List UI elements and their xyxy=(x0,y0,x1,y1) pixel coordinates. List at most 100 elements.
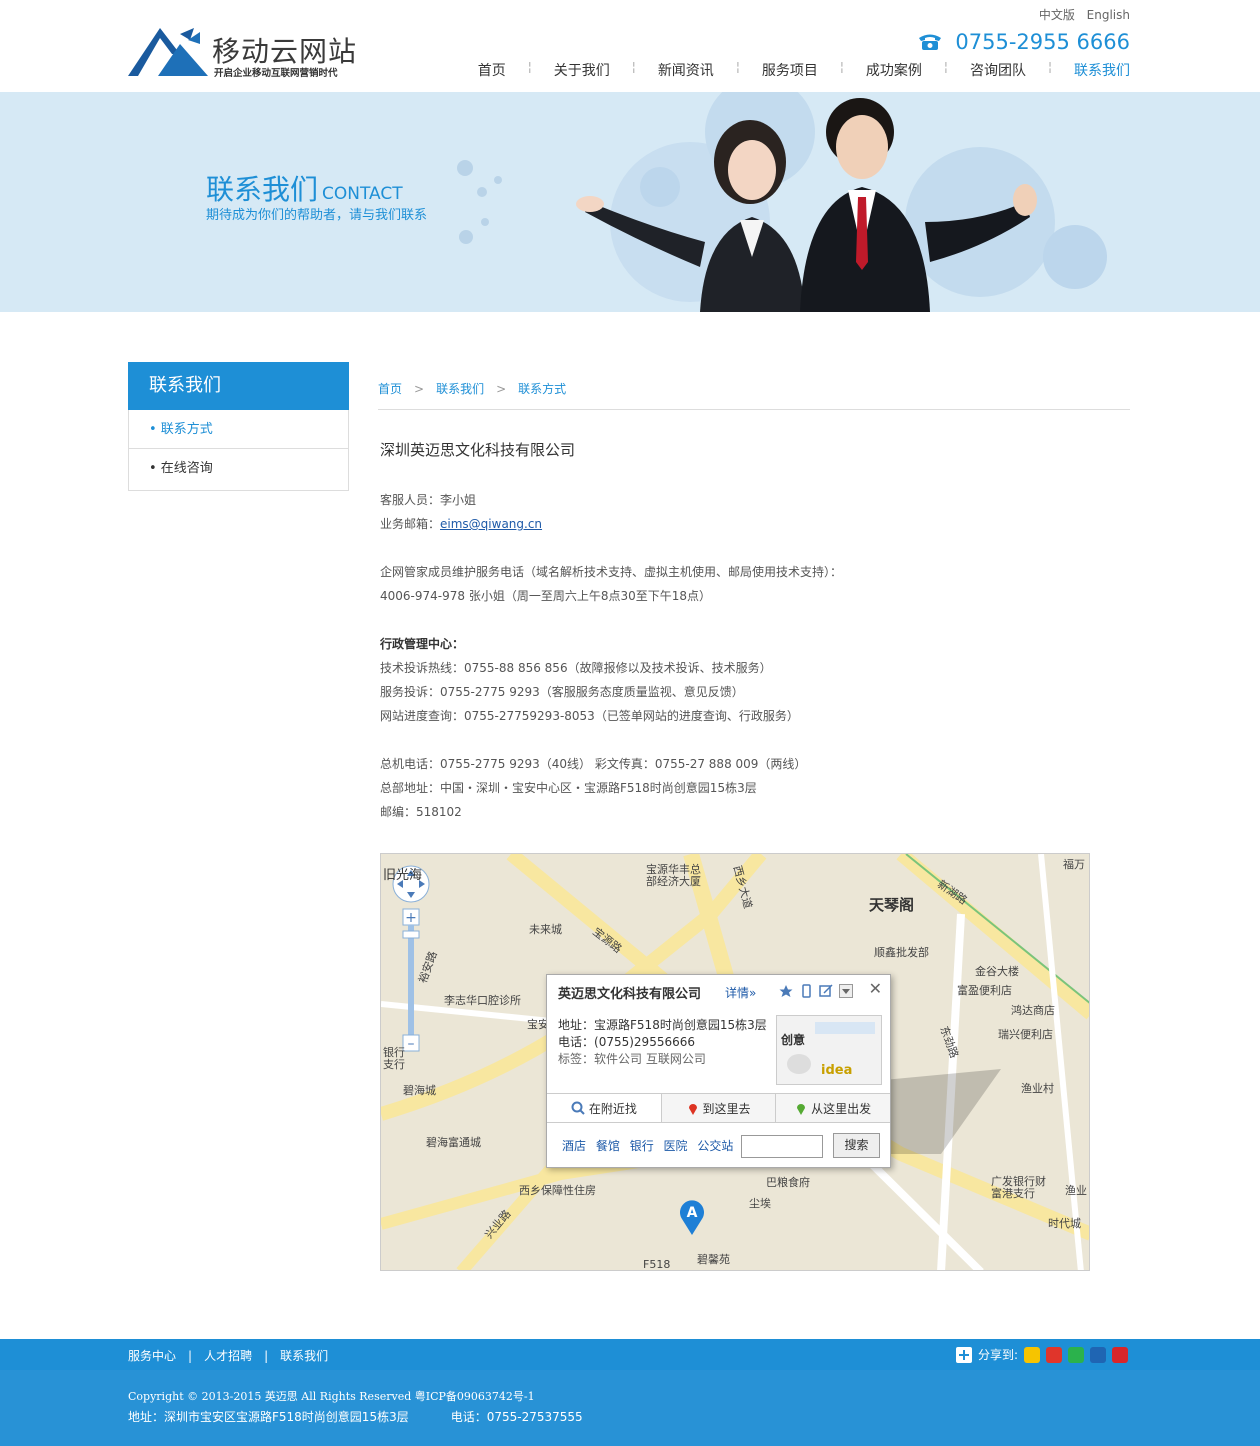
popup-tabs: 在附近找 到这里去 从这里出发 xyxy=(547,1093,890,1123)
nav-news[interactable]: 新闻资讯 xyxy=(636,60,714,80)
map-label: 渔业 xyxy=(1065,1184,1087,1197)
nav-services[interactable]: 服务项目 xyxy=(740,60,818,80)
footer-nav-bar: 服务中心 | 人才招聘 | 联系我们 分享到: xyxy=(0,1339,1260,1370)
nav-separator: ¦ xyxy=(735,60,740,74)
share-kaixin-icon[interactable] xyxy=(1112,1346,1129,1363)
sidebar-item-online-consult[interactable]: • 在线咨询 xyxy=(129,449,348,490)
nearby-search-button[interactable]: 搜索 xyxy=(833,1133,880,1158)
banner-decoration xyxy=(457,92,1107,312)
map-label: 宝源华丰总部经济大厦 xyxy=(646,863,701,888)
sidebar-title: 联系我们 xyxy=(128,362,349,410)
popup-details: 地址：宝源路F518时尚创意园15栋3层 电话：(0755)29556666 标… xyxy=(558,1017,767,1068)
main-nav: 首页 ¦ 关于我们 ¦ 新闻资讯 ¦ 服务项目 ¦ 成功案例 ¦ 咨询团队 ¦ 联系我们 xyxy=(478,60,1130,80)
popup-tags-label: 标签： xyxy=(558,1052,595,1066)
mobile-icon[interactable] xyxy=(799,984,813,998)
svg-text:+: + xyxy=(405,910,417,926)
map-label: 未来城 xyxy=(529,923,562,936)
tab-label: 在附近找 xyxy=(588,1101,637,1116)
email-line: 业务邮箱：eims@qiwang.cn xyxy=(380,512,1120,536)
location-marker-icon[interactable]: A xyxy=(679,1199,705,1235)
map-label: 碧海富通城 xyxy=(426,1136,481,1149)
map[interactable]: + – 天琴阁 宝源华丰总部经济大厦 未来城 顺鑫批发部 金谷大楼 富盈便利店 鸿… xyxy=(380,853,1090,1271)
map-label: 尘埃 xyxy=(749,1197,771,1210)
logo[interactable]: 移动云网站 开启企业移动互联网营销时代 xyxy=(128,26,358,80)
tab-nearby[interactable]: 在附近找 xyxy=(547,1094,661,1122)
footer-separator: | xyxy=(188,1349,193,1363)
sidebar-list: • 联系方式 • 在线咨询 xyxy=(128,410,349,491)
divider xyxy=(378,409,1130,410)
breadcrumb-contact[interactable]: 联系我们 xyxy=(436,382,484,396)
banner-title-cn: 联系我们 xyxy=(206,173,319,206)
map-label: 碧馨苑 xyxy=(697,1253,730,1266)
pin-green-icon xyxy=(797,1104,806,1115)
nav-separator: ¦ xyxy=(1047,60,1052,74)
nav-separator: ¦ xyxy=(527,60,532,74)
footer-tel: 电话：0755-27537555 xyxy=(450,1410,583,1424)
nearby-restaurant[interactable]: 餐馆 xyxy=(596,1139,620,1153)
share-qzone-icon[interactable] xyxy=(1024,1346,1041,1363)
nav-separator: ¦ xyxy=(839,60,844,74)
map-label: 富盈便利店 xyxy=(957,984,1012,997)
language-switch: 中文版 English xyxy=(1031,6,1130,23)
search-icon xyxy=(571,1101,585,1115)
close-icon[interactable]: ✕ xyxy=(869,979,882,998)
footer-link-service[interactable]: 服务中心 xyxy=(128,1349,176,1363)
nav-cases[interactable]: 成功案例 xyxy=(844,60,922,80)
map-label: 福万 xyxy=(1063,858,1085,871)
map-label: 时代城 xyxy=(1048,1217,1081,1230)
dropdown-icon[interactable] xyxy=(839,984,853,998)
tab-go-here[interactable]: 到这里去 xyxy=(660,1094,776,1122)
popup-phone: 电话：(0755)29556666 xyxy=(558,1034,767,1051)
nav-about[interactable]: 关于我们 xyxy=(532,60,610,80)
map-label: 瑞兴便利店 xyxy=(998,1028,1053,1041)
banner-title: 联系我们 CONTACT xyxy=(206,168,403,208)
share-weibo-icon[interactable] xyxy=(1046,1346,1063,1363)
admin-line: 服务投诉：0755-2775 9293（客服服务态度质量监视、意见反馈） xyxy=(380,685,744,699)
nav-contact[interactable]: 联系我们 xyxy=(1052,60,1130,80)
footer-link-contact[interactable]: 联系我们 xyxy=(280,1349,328,1363)
share-plus-icon[interactable] xyxy=(956,1346,972,1363)
nearby-search-input[interactable] xyxy=(741,1135,823,1158)
breadcrumb-current[interactable]: 联系方式 xyxy=(518,382,566,396)
popup-tools xyxy=(779,984,853,998)
edit-icon[interactable] xyxy=(819,984,833,998)
logo-subtitle: 开启企业移动互联网营销时代 xyxy=(214,68,338,79)
banner: 联系我们 CONTACT 期待成为你们的帮助者，请与我们联系 xyxy=(0,92,1260,312)
banner-subtitle: 期待成为你们的帮助者，请与我们联系 xyxy=(206,208,428,223)
popup-title: 英迈思文化科技有限公司 xyxy=(558,987,702,1002)
hq-line: 总部地址：中国・深圳・宝安中心区・宝源路F518时尚创意园15栋3层 xyxy=(380,781,757,795)
email-link[interactable]: eims@qiwang.cn xyxy=(440,517,542,531)
contact-info: 客服人员：李小姐 业务邮箱：eims@qiwang.cn 企网管家成员维护服务电… xyxy=(380,488,1120,824)
tab-label: 到这里去 xyxy=(702,1101,751,1116)
logo-title: 移动云网站 xyxy=(212,35,358,68)
popup-thumbnail[interactable]: 创意 idea xyxy=(776,1015,882,1085)
nearby-hotel[interactable]: 酒店 xyxy=(562,1139,586,1153)
pin-red-icon xyxy=(688,1104,697,1115)
nearby-bank[interactable]: 银行 xyxy=(630,1139,654,1153)
nav-home[interactable]: 首页 xyxy=(478,60,506,80)
phone-number: 0755-2955 6666 xyxy=(955,30,1130,54)
nearby-categories: 酒店 餐馆 银行 医院 公交站 xyxy=(562,1137,739,1154)
chevron-right-icon: > xyxy=(414,382,425,396)
star-icon[interactable] xyxy=(779,984,793,998)
lang-english[interactable]: English xyxy=(1087,8,1130,22)
map-label: 碧海城 xyxy=(403,1084,436,1097)
popup-tags: 标签：软件公司 互联网公司 xyxy=(558,1051,767,1068)
header: 移动云网站 开启企业移动互联网营销时代 中文版 English 0755-295… xyxy=(0,0,1260,92)
nearby-hospital[interactable]: 医院 xyxy=(664,1139,688,1153)
nearby-bus-stop[interactable]: 公交站 xyxy=(697,1139,733,1153)
share-tencent-icon[interactable] xyxy=(1068,1346,1085,1363)
nav-team[interactable]: 咨询团队 xyxy=(948,60,1026,80)
breadcrumb-home[interactable]: 首页 xyxy=(378,382,402,396)
popup-details-link[interactable]: 详情» xyxy=(725,984,756,1001)
lang-chinese[interactable]: 中文版 xyxy=(1039,8,1075,22)
popup-tags-value: 软件公司 互联网公司 xyxy=(594,1052,706,1066)
company-name: 深圳英迈思文化科技有限公司 xyxy=(380,441,576,459)
popup-phone-label: 电话： xyxy=(558,1035,595,1049)
popup-address-value: 宝源路F518时尚创意园15栋3层 xyxy=(594,1018,767,1032)
sidebar-item-contact-methods[interactable]: • 联系方式 xyxy=(129,410,348,449)
share-renren-icon[interactable] xyxy=(1090,1346,1107,1363)
tab-from-here[interactable]: 从这里出发 xyxy=(775,1094,890,1122)
footer-link-jobs[interactable]: 人才招聘 xyxy=(204,1349,252,1363)
svg-text:创意: 创意 xyxy=(780,1032,805,1047)
